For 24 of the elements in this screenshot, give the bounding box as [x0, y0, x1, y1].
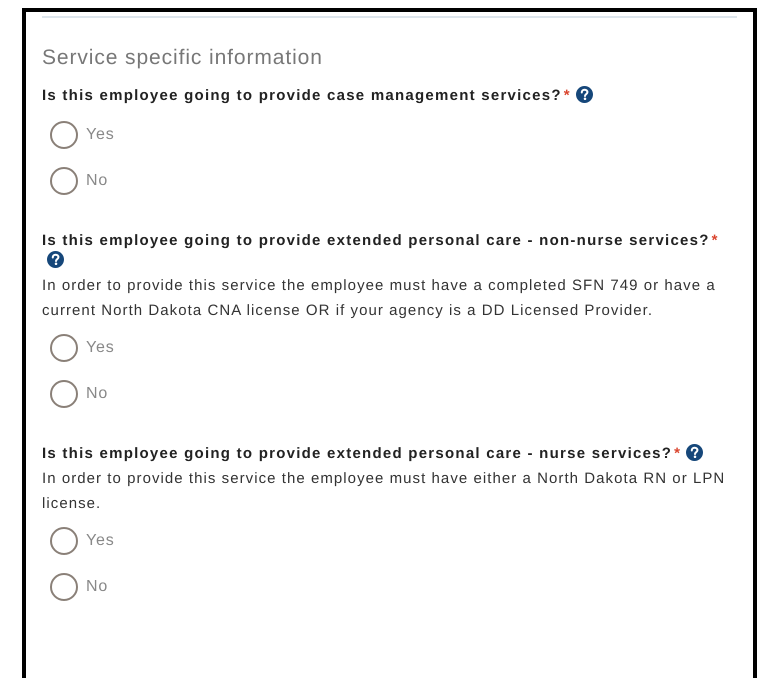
radio-button[interactable] — [50, 121, 78, 149]
radio-button[interactable] — [50, 380, 78, 408]
radio-label[interactable]: No — [86, 382, 108, 406]
required-mark: * — [674, 445, 682, 462]
radio-label[interactable]: No — [86, 169, 108, 193]
section-title: Service specific information — [42, 46, 324, 70]
radio-button[interactable] — [50, 167, 78, 195]
required-mark: * — [564, 87, 571, 104]
question-text: Is this employee going to provide extended personal care - nurse services? — [42, 445, 672, 462]
radio-button[interactable] — [50, 334, 78, 362]
radio-label[interactable]: Yes — [86, 123, 115, 147]
radio-label[interactable]: Yes — [86, 529, 115, 553]
question-text: Is this employee going to provide case management services? — [42, 87, 562, 104]
help-icon[interactable] — [576, 86, 593, 103]
question-description: In order to provide this service the employee must have either a North Dakota RN or LPN license. — [42, 469, 726, 514]
radio-button[interactable] — [50, 527, 78, 555]
radio-label[interactable]: Yes — [86, 336, 115, 360]
help-icon[interactable] — [47, 251, 64, 268]
question-text: Is this employee going to provide extended personal care - non-nurse services? — [42, 232, 710, 249]
question-description: In order to provide this service the employee must have a completed SFN 749 or have a current North Dakota CNA license OR if your agency is a DD Licensed Provider. — [42, 276, 717, 321]
radio-label[interactable]: No — [86, 575, 108, 599]
radio-button[interactable] — [50, 573, 78, 601]
help-icon[interactable] — [686, 444, 704, 461]
required-mark: * — [712, 232, 719, 249]
